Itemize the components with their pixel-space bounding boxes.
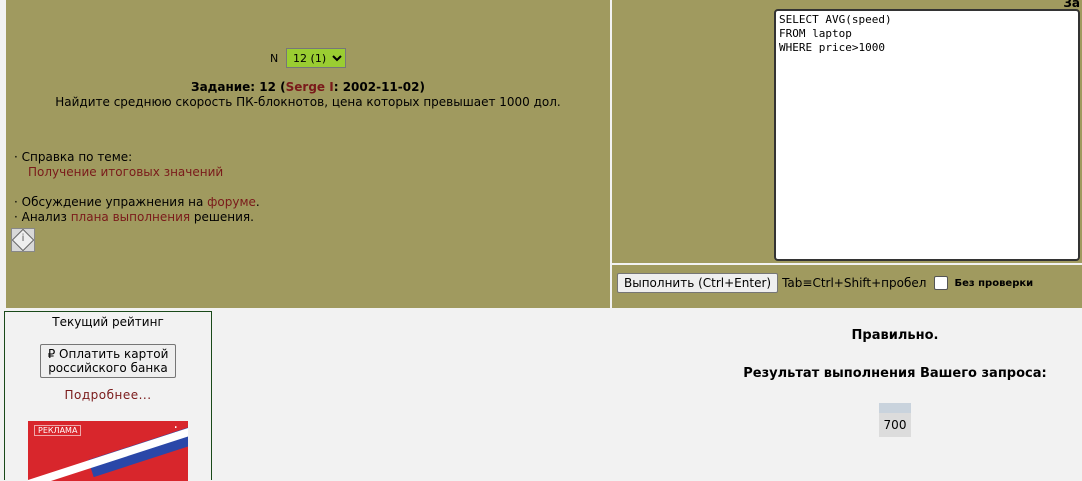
info-icon[interactable]: i (11, 228, 35, 252)
table-row: 700 (879, 413, 911, 437)
task-panel: N 12 (1) Задание: 12 (Serge I: 2002-11-0… (6, 0, 610, 308)
task-author: Serge I (285, 80, 334, 94)
task-title-prefix: Задание: 12 ( (191, 80, 286, 94)
result-cell: 700 (879, 413, 911, 437)
ad-label: РЕКЛАМА (34, 425, 82, 436)
help-topic-label: · Справка по теме: (14, 150, 133, 164)
sql-editor[interactable]: SELECT AVG(speed) FROM laptop WHERE pric… (774, 9, 1080, 261)
editor-panel: За SELECT AVG(speed) FROM laptop WHERE p… (612, 0, 1082, 263)
forum-prefix: · Обсуждение упражнения на (14, 195, 208, 209)
rating-box: Текущий рейтинг ₽ Оплатить картой россий… (4, 311, 212, 481)
no-check-label: Без проверки (954, 277, 1034, 289)
forum-suffix: . (255, 195, 260, 209)
run-button[interactable]: Выполнить (Ctrl+Enter) (617, 273, 779, 293)
result-status: Правильно. (851, 328, 939, 343)
help-links: · Справка по теме: Получение итоговых зн… (14, 150, 260, 225)
pay-card-button[interactable]: ₽ Оплатить картой российского банка (40, 344, 176, 378)
plan-line: · Анализ плана выполнения решения. (14, 210, 260, 225)
plan-link[interactable]: плана выполнения (71, 210, 190, 224)
more-options-icon[interactable]: · · · (174, 421, 178, 447)
forum-line: · Обсуждение упражнения на форуме. (14, 195, 260, 210)
exercise-selector-row: N 12 (1) (6, 48, 610, 68)
result-heading: Результат выполнения Вашего запроса: (743, 366, 1047, 381)
plan-prefix: · Анализ (14, 210, 71, 224)
ad-banner[interactable]: РЕКЛАМА · · · (28, 421, 188, 481)
more-link[interactable]: Подробнее... (5, 388, 211, 402)
task-description: Найдите среднюю скорость ПК-блокнотов, ц… (55, 95, 561, 109)
result-column-header (879, 403, 911, 413)
run-panel: Выполнить (Ctrl+Enter) Tab≡Ctrl+Shift+пр… (612, 265, 1082, 308)
forum-link[interactable]: форуме (207, 195, 256, 209)
no-check-checkbox[interactable] (934, 276, 949, 290)
help-topic-link[interactable]: Получение итоговых значений (28, 165, 223, 179)
rating-title: Текущий рейтинг (52, 315, 164, 329)
plan-suffix: решения. (190, 210, 254, 224)
exercise-selector[interactable]: 12 (1) (286, 48, 347, 68)
keyboard-hint: Tab≡Ctrl+Shift+пробел (782, 276, 927, 290)
task-title: Задание: 12 (Serge I: 2002-11-02) (6, 80, 610, 94)
exercise-selector-label: N (269, 51, 279, 65)
result-table: 700 (879, 403, 911, 437)
task-title-suffix: : 2002-11-02) (333, 80, 425, 94)
